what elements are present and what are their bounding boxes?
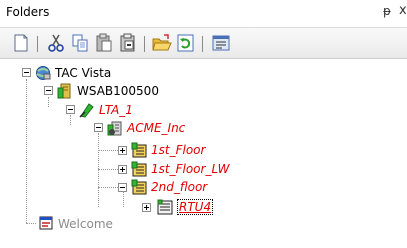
- refresh-icon[interactable]: [176, 33, 196, 53]
- tree-node-label[interactable]: ACME_Inc: [127, 121, 185, 135]
- open-folder-icon[interactable]: [152, 33, 172, 53]
- toolbar-separator: [144, 36, 145, 52]
- collapse-toggle[interactable]: [44, 86, 53, 95]
- tree-line: [98, 133, 99, 207]
- tree-node-label[interactable]: TAC Vista: [55, 66, 111, 80]
- tree-line: [26, 223, 36, 224]
- panel-titlebar: Folders ᵽ x: [0, 0, 407, 28]
- new-icon[interactable]: [11, 33, 31, 53]
- tree-line: [98, 169, 118, 170]
- toolbar: [0, 28, 407, 59]
- server-icon: [57, 83, 73, 99]
- tree-node-label[interactable]: LTA_1: [99, 103, 133, 117]
- tree-node-label[interactable]: Welcome: [58, 217, 113, 231]
- tree-line: [123, 191, 124, 207]
- floor-folder-icon: [131, 179, 147, 195]
- tree-line: [48, 97, 49, 107]
- paste-icon[interactable]: [94, 33, 114, 53]
- paste-special-icon[interactable]: [118, 33, 138, 53]
- vista-globe-icon: [35, 65, 51, 81]
- tree-node-label[interactable]: 2nd_floor: [151, 180, 207, 194]
- tree-line: [26, 79, 27, 223]
- panel-title: Folders: [6, 5, 50, 19]
- properties-icon[interactable]: [211, 33, 231, 53]
- expand-toggle[interactable]: [142, 203, 151, 212]
- pin-icon[interactable]: ᵽ: [383, 4, 391, 18]
- building-icon: [107, 120, 123, 136]
- tree-node-label[interactable]: 1st_Floor: [151, 143, 205, 157]
- tree-line: [70, 115, 71, 125]
- tree-node-label[interactable]: WSAB100500: [77, 84, 159, 98]
- tree-line: [98, 187, 118, 188]
- toolbar-separator: [37, 36, 38, 52]
- toolbar-separator: [202, 36, 203, 52]
- tree-node-label[interactable]: RTU4: [177, 199, 214, 215]
- collapse-toggle[interactable]: [94, 123, 103, 132]
- floor-folder-icon: [131, 142, 147, 158]
- copy-icon[interactable]: [70, 33, 90, 53]
- device-icon: [157, 199, 173, 215]
- tree-line: [98, 150, 118, 151]
- collapse-toggle[interactable]: [22, 68, 31, 77]
- collapse-toggle[interactable]: [66, 105, 75, 114]
- expand-toggle[interactable]: [118, 146, 127, 155]
- folder-tree: TAC Vista WSAB100500 LTA_1 ACME_Inc 1st_…: [0, 59, 407, 248]
- cut-icon[interactable]: [46, 33, 66, 53]
- close-icon[interactable]: x: [399, 3, 407, 18]
- expand-toggle[interactable]: [118, 165, 127, 174]
- network-icon: [79, 102, 95, 118]
- floor-folder-icon: [131, 161, 147, 177]
- collapse-toggle[interactable]: [118, 183, 127, 192]
- tree-node-label[interactable]: 1st_Floor_LW: [151, 162, 230, 176]
- welcome-icon: [38, 215, 54, 231]
